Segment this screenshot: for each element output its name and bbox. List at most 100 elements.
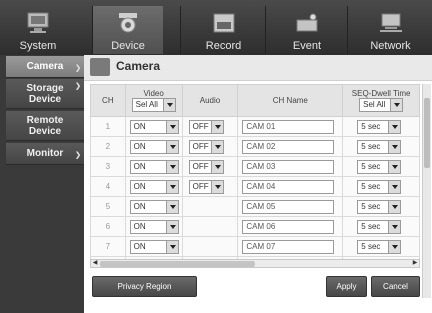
- horizontal-scrollbar[interactable]: ◀ ▶: [90, 259, 420, 268]
- audio-cell: [181, 196, 239, 217]
- dropdown-arrow-icon: [210, 140, 223, 153]
- dwell-time-select[interactable]: 5 sec: [357, 219, 402, 234]
- tab-event-label: Event: [292, 40, 322, 52]
- select-value: OFF: [192, 181, 209, 191]
- audio-select[interactable]: OFF: [188, 119, 224, 134]
- tab-event[interactable]: Event: [265, 6, 348, 54]
- select-value: 5 sec: [361, 181, 381, 191]
- sidebar-item-monitor[interactable]: Monitor ❯: [6, 143, 84, 165]
- column-header-seq-label: SEQ-Dwell Time: [351, 89, 411, 98]
- sidebar-item-label: Device: [28, 126, 62, 137]
- channel-name-input[interactable]: CAM 04: [242, 179, 335, 194]
- channel-name-input[interactable]: CAM 06: [242, 219, 335, 234]
- apply-button[interactable]: Apply: [326, 276, 367, 297]
- table-row: 3 ON OFF CAM 03 5 sec: [90, 156, 420, 177]
- dropdown-arrow-icon: [165, 180, 178, 193]
- column-header-audio: Audio: [181, 84, 239, 117]
- dropdown-arrow-icon: [165, 200, 178, 213]
- dwell-time-select[interactable]: 5 sec: [357, 179, 402, 194]
- network-icon: [379, 13, 402, 32]
- chevron-down-icon: ❯: [75, 83, 81, 90]
- camera-icon: [90, 58, 110, 76]
- column-header-video: Video Sel All: [124, 84, 183, 117]
- channel-number: 7: [90, 236, 126, 257]
- select-value: 5 sec: [361, 161, 381, 171]
- tab-device[interactable]: Device: [92, 6, 163, 54]
- top-nav: System Device Record Event Network: [0, 0, 432, 55]
- select-value: ON: [133, 221, 146, 231]
- sidebar-item-remote-device[interactable]: Remote Device: [6, 111, 84, 141]
- dwell-time-select[interactable]: 5 sec: [357, 119, 402, 134]
- dropdown-arrow-icon: [165, 240, 178, 253]
- table-row: 6 ON CAM 06 5 sec: [90, 216, 420, 237]
- privacy-region-button[interactable]: Privacy Region: [92, 276, 197, 297]
- table-row: 5 ON CAM 05 5 sec: [90, 196, 420, 217]
- video-select[interactable]: ON: [129, 219, 179, 234]
- channel-name-input[interactable]: CAM 03: [242, 159, 335, 174]
- seq-select-all[interactable]: Sel All: [359, 98, 404, 112]
- channel-name-input[interactable]: CAM 02: [242, 139, 335, 154]
- dvr-settings-window: System Device Record Event Network Camer…: [0, 0, 432, 313]
- dropdown-arrow-icon: [165, 120, 178, 133]
- audio-select[interactable]: OFF: [188, 139, 224, 154]
- scroll-right-icon[interactable]: ▶: [411, 260, 419, 267]
- sidebar: Camera ❯ Storage Device ❯ Remote Device …: [6, 55, 84, 313]
- dropdown-arrow-icon: [388, 140, 401, 153]
- dropdown-arrow-icon: [210, 160, 223, 173]
- select-value: 5 sec: [361, 201, 381, 211]
- dwell-time-select[interactable]: 5 sec: [357, 239, 402, 254]
- video-select-all[interactable]: Sel All: [131, 98, 176, 112]
- select-value: 5 sec: [361, 241, 381, 251]
- dropdown-arrow-icon: [388, 180, 401, 193]
- channel-number: 5: [90, 196, 126, 217]
- sidebar-item-label: Storage: [26, 83, 64, 94]
- tab-record[interactable]: Record: [180, 6, 266, 54]
- select-value: ON: [133, 201, 146, 211]
- video-select[interactable]: ON: [129, 179, 179, 194]
- panel-header: Camera: [84, 55, 432, 81]
- table-row: 4 ON OFF CAM 04 5 sec: [90, 176, 420, 197]
- select-value: OFF: [192, 121, 209, 131]
- tab-system[interactable]: System: [0, 6, 76, 54]
- video-select[interactable]: ON: [129, 119, 179, 134]
- channel-number: 6: [90, 216, 126, 237]
- dropdown-arrow-icon: [388, 220, 401, 233]
- scroll-left-icon[interactable]: ◀: [91, 260, 99, 267]
- dropdown-arrow-icon: [165, 140, 178, 153]
- select-value: ON: [133, 161, 146, 171]
- tab-network[interactable]: Network: [347, 6, 432, 54]
- video-select[interactable]: ON: [129, 199, 179, 214]
- audio-cell: [181, 216, 239, 237]
- vertical-scrollbar[interactable]: [422, 84, 431, 298]
- scrollbar-thumb[interactable]: [100, 261, 255, 267]
- table-row: 1 ON OFF CAM 01 5 sec: [90, 116, 420, 137]
- dwell-time-select[interactable]: 5 sec: [357, 199, 402, 214]
- dwell-time-select[interactable]: 5 sec: [357, 139, 402, 154]
- dropdown-arrow-icon: [210, 120, 223, 133]
- camera-icon: [119, 13, 137, 33]
- event-icon: [296, 13, 318, 32]
- channel-name-input[interactable]: CAM 01: [242, 119, 335, 134]
- sidebar-item-label: Device: [28, 94, 62, 105]
- audio-cell: OFF: [181, 116, 239, 137]
- video-select[interactable]: ON: [129, 239, 179, 254]
- audio-cell: [181, 236, 239, 257]
- audio-select[interactable]: OFF: [188, 179, 224, 194]
- dropdown-arrow-icon: [390, 99, 403, 111]
- audio-cell: OFF: [181, 156, 239, 177]
- sidebar-item-storage-device[interactable]: Storage Device ❯: [6, 79, 84, 109]
- video-select[interactable]: ON: [129, 159, 179, 174]
- select-value: Sel All: [363, 100, 386, 109]
- video-select[interactable]: ON: [129, 139, 179, 154]
- sidebar-item-camera[interactable]: Camera ❯: [6, 56, 84, 78]
- tab-record-label: Record: [205, 40, 242, 52]
- dwell-time-select[interactable]: 5 sec: [357, 159, 402, 174]
- audio-select[interactable]: OFF: [188, 159, 224, 174]
- scrollbar-thumb[interactable]: [424, 98, 430, 168]
- sidebar-item-label: Remote: [26, 115, 64, 126]
- channel-name-input[interactable]: CAM 05: [242, 199, 335, 214]
- dropdown-arrow-icon: [165, 220, 178, 233]
- tab-network-label: Network: [370, 40, 411, 52]
- channel-name-input[interactable]: CAM 07: [242, 239, 335, 254]
- cancel-button[interactable]: Cancel: [371, 276, 420, 297]
